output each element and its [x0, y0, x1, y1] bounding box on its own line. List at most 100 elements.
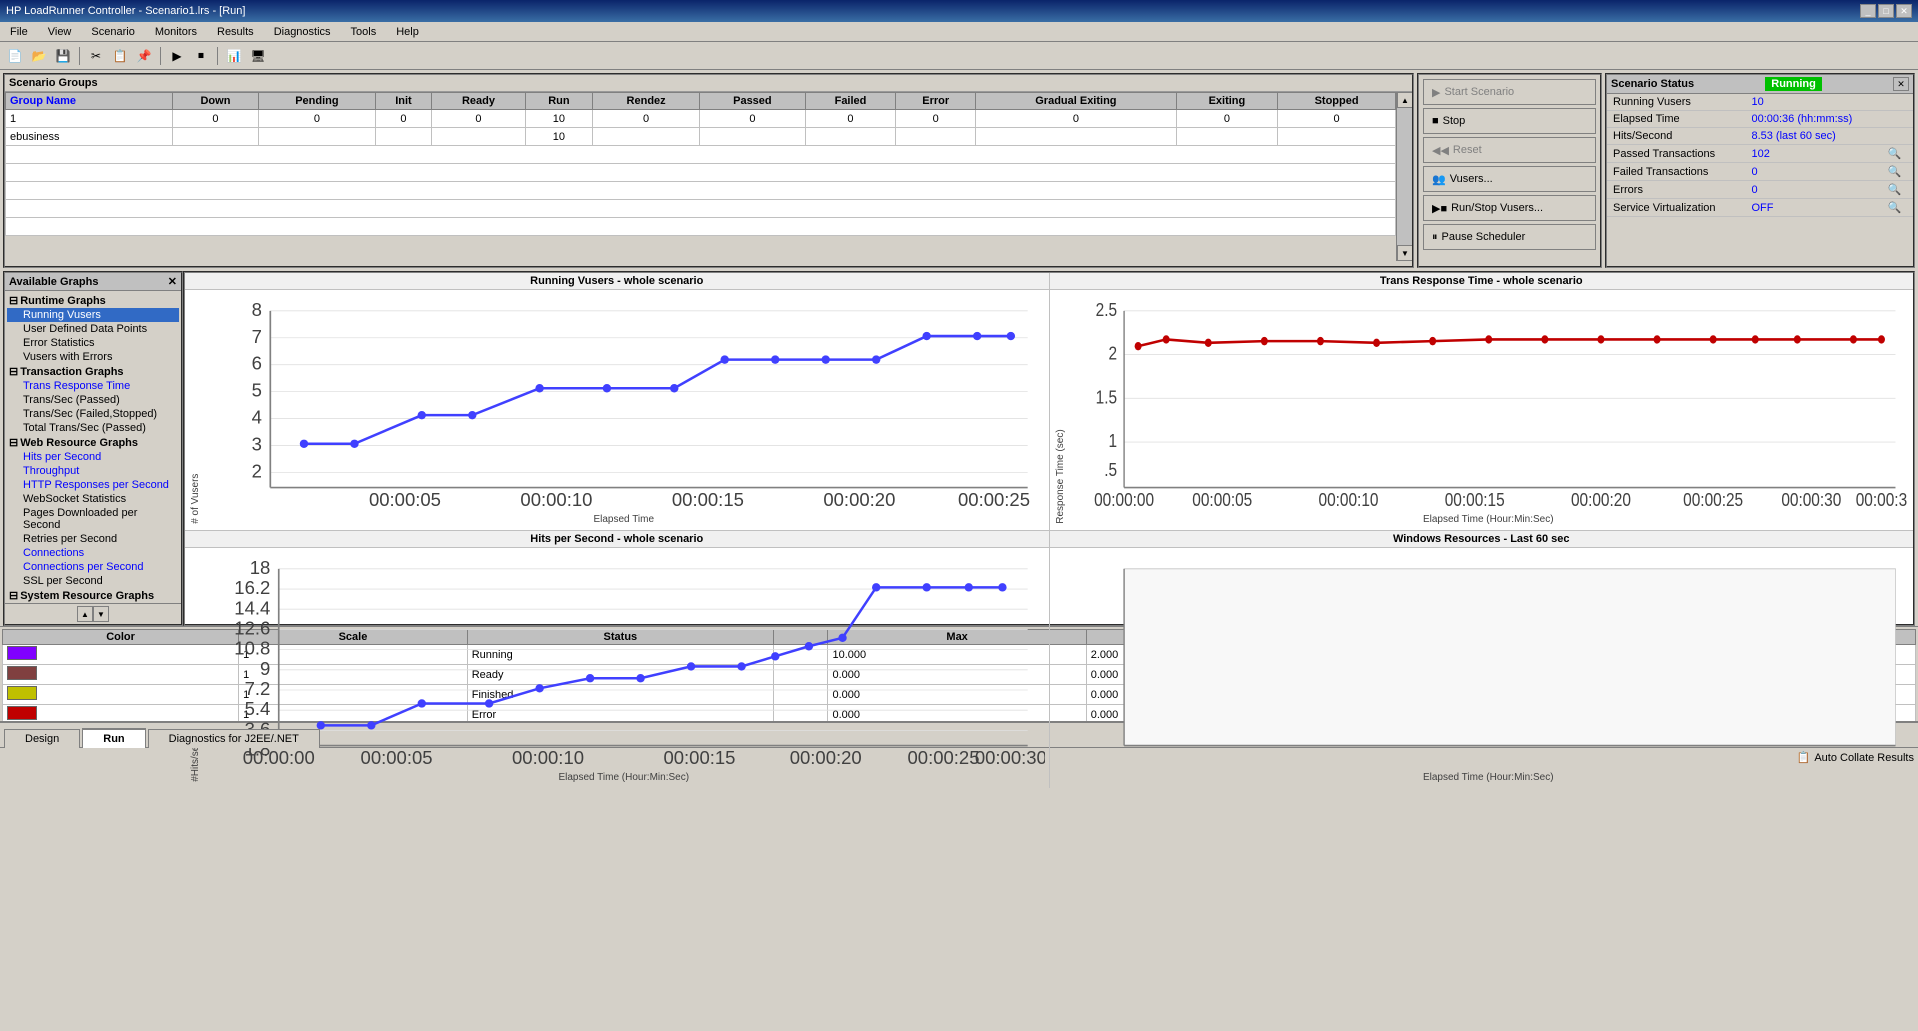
toolbar-open[interactable]: 📂 — [28, 45, 50, 67]
menu-view[interactable]: View — [42, 24, 78, 40]
col-stopped[interactable]: Stopped — [1278, 93, 1396, 110]
svg-text:00:00:15: 00:00:15 — [1444, 490, 1504, 511]
tree-group-system[interactable]: ⊟ System Resource Graphs — [7, 588, 179, 603]
svg-text:00:00:3: 00:00:3 — [1855, 490, 1906, 511]
tree-item-user-defined[interactable]: User Defined Data Points — [7, 322, 179, 336]
menu-scenario[interactable]: Scenario — [85, 24, 140, 40]
col-group-name[interactable]: Group Name — [6, 93, 173, 110]
tree-item-websocket[interactable]: WebSocket Statistics — [7, 492, 179, 506]
menu-monitors[interactable]: Monitors — [149, 24, 203, 40]
tree-group-web[interactable]: ⊟ Web Resource Graphs — [7, 435, 179, 450]
toolbar-agent[interactable]: 🖥 — [247, 45, 269, 67]
tree-item-trans-sec-passed[interactable]: Trans/Sec (Passed) — [7, 393, 179, 407]
graph-windows-resources-ylabel — [1054, 552, 1068, 784]
scroll-bar: ▲ ▼ — [1396, 92, 1412, 261]
ag-scroll-up[interactable]: ▲ — [77, 606, 93, 622]
scenario-groups-panel: Scenario Groups Group Name Down Pending … — [3, 73, 1414, 268]
tree-group-transaction[interactable]: ⊟ Transaction Graphs — [7, 364, 179, 379]
available-graphs-title: Available Graphs — [9, 276, 98, 288]
toolbar-paste[interactable]: 📌 — [133, 45, 155, 67]
table-row: ebusiness 10 — [6, 128, 1396, 146]
tree-item-total-trans[interactable]: Total Trans/Sec (Passed) — [7, 421, 179, 435]
table-row — [6, 146, 1396, 164]
menu-file[interactable]: File — [4, 24, 34, 40]
val-service-virt: OFF — [1745, 199, 1881, 217]
close-button[interactable]: ✕ — [1896, 4, 1912, 18]
tree-item-vusers-errors[interactable]: Vusers with Errors — [7, 350, 179, 364]
run-stop-vusers-button[interactable]: ▶■ Run/Stop Vusers... — [1423, 195, 1596, 221]
tab-design[interactable]: Design — [4, 729, 80, 748]
col-exiting[interactable]: Exiting — [1176, 93, 1277, 110]
tree-item-running-vusers[interactable]: Running Vusers — [7, 308, 179, 322]
svg-text:16.2: 16.2 — [234, 577, 270, 598]
toolbar-new[interactable]: 📄 — [4, 45, 26, 67]
pause-scheduler-button[interactable]: ⏸ Pause Scheduler — [1423, 224, 1596, 250]
toolbar-copy[interactable]: 📋 — [109, 45, 131, 67]
tree-item-pages-downloaded[interactable]: Pages Downloaded per Second — [7, 506, 179, 532]
search-errors[interactable]: 🔍 — [1882, 181, 1913, 199]
col-down[interactable]: Down — [172, 93, 259, 110]
tree-item-trans-response[interactable]: Trans Response Time — [7, 379, 179, 393]
available-graphs-close[interactable]: ✕ — [168, 275, 177, 288]
toolbar-cut[interactable]: ✂ — [85, 45, 107, 67]
menu-results[interactable]: Results — [211, 24, 260, 40]
svg-text:00:00:20: 00:00:20 — [790, 747, 862, 768]
col-pending[interactable]: Pending — [259, 93, 375, 110]
status-close-button[interactable]: ✕ — [1893, 77, 1909, 91]
search-failed[interactable]: 🔍 — [1882, 163, 1913, 181]
toolbar-stop[interactable]: ⏹ — [190, 45, 212, 67]
tree-item-throughput[interactable]: Throughput — [7, 464, 179, 478]
menu-diagnostics[interactable]: Diagnostics — [268, 24, 337, 40]
status-row-failed: Failed Transactions 0 🔍 — [1607, 163, 1913, 181]
reset-button[interactable]: ◀◀ Reset — [1423, 137, 1596, 163]
minimize-button[interactable]: _ — [1860, 4, 1876, 18]
col-ready[interactable]: Ready — [432, 93, 525, 110]
reset-label: Reset — [1453, 144, 1482, 156]
col-rendez[interactable]: Rendez — [593, 93, 700, 110]
tree-item-ssl[interactable]: SSL per Second — [7, 574, 179, 588]
toolbar-run[interactable]: ▶ — [166, 45, 188, 67]
svg-text:3: 3 — [252, 434, 262, 455]
col-passed[interactable]: Passed — [700, 93, 806, 110]
maximize-button[interactable]: □ — [1878, 4, 1894, 18]
tree-item-hits-per-sec[interactable]: Hits per Second — [7, 450, 179, 464]
col-gradual[interactable]: Gradual Exiting — [976, 93, 1177, 110]
stop-button[interactable]: ■ Stop — [1423, 108, 1596, 134]
graph-trans-response-title: Trans Response Time - whole scenario — [1050, 273, 1914, 290]
run-stop-label: Run/Stop Vusers... — [1451, 202, 1543, 214]
col-error[interactable]: Error — [896, 93, 976, 110]
search-passed[interactable]: 🔍 — [1882, 145, 1913, 163]
tree-item-connections-per-sec[interactable]: Connections per Second — [7, 560, 179, 574]
search-service-virt[interactable]: 🔍 — [1882, 199, 1913, 217]
row1-rendez: 0 — [593, 110, 700, 128]
row2-passed — [700, 128, 806, 146]
tree-item-retries[interactable]: Retries per Second — [7, 532, 179, 546]
vusers-button[interactable]: 👥 Vusers... — [1423, 166, 1596, 192]
menu-help[interactable]: Help — [390, 24, 425, 40]
tree-item-http-responses[interactable]: HTTP Responses per Second — [7, 478, 179, 492]
start-scenario-button[interactable]: ▶ Start Scenario — [1423, 79, 1596, 105]
tree-item-trans-sec-failed[interactable]: Trans/Sec (Failed,Stopped) — [7, 407, 179, 421]
col-failed[interactable]: Failed — [805, 93, 896, 110]
label-running-vusers: Running Vusers — [1607, 94, 1745, 111]
col-run[interactable]: Run — [525, 93, 593, 110]
tree-group-runtime[interactable]: ⊟ Runtime Graphs — [7, 293, 179, 308]
tree-item-error-stats[interactable]: Error Statistics — [7, 336, 179, 350]
menu-tools[interactable]: Tools — [345, 24, 383, 40]
row1-down: 0 — [172, 110, 259, 128]
scroll-up-button[interactable]: ▲ — [1397, 92, 1412, 108]
row1-ready: 0 — [432, 110, 525, 128]
graph-running-vusers-svg: 8 7 6 5 4 3 2 00:00:05 00:00:10 00:00:15… — [203, 294, 1045, 513]
tree-item-connections[interactable]: Connections — [7, 546, 179, 560]
tab-diagnostics[interactable]: Diagnostics for J2EE/.NET — [148, 729, 320, 748]
toolbar-save[interactable]: 💾 — [52, 45, 74, 67]
toolbar: 📄 📂 💾 ✂ 📋 📌 ▶ ⏹ 📊 🖥 — [0, 42, 1918, 70]
row1-run: 10 — [525, 110, 593, 128]
svg-text:1: 1 — [1108, 431, 1117, 452]
ag-scroll-down[interactable]: ▼ — [93, 606, 109, 622]
scroll-down-button[interactable]: ▼ — [1397, 245, 1412, 261]
col-init[interactable]: Init — [375, 93, 432, 110]
toolbar-monitor[interactable]: 📊 — [223, 45, 245, 67]
tab-run[interactable]: Run — [82, 728, 145, 748]
graph-trans-response-svg-area: 2.5 2 1.5 1 .5 00:00:00 00:00:05 00:00:1… — [1068, 294, 1910, 526]
